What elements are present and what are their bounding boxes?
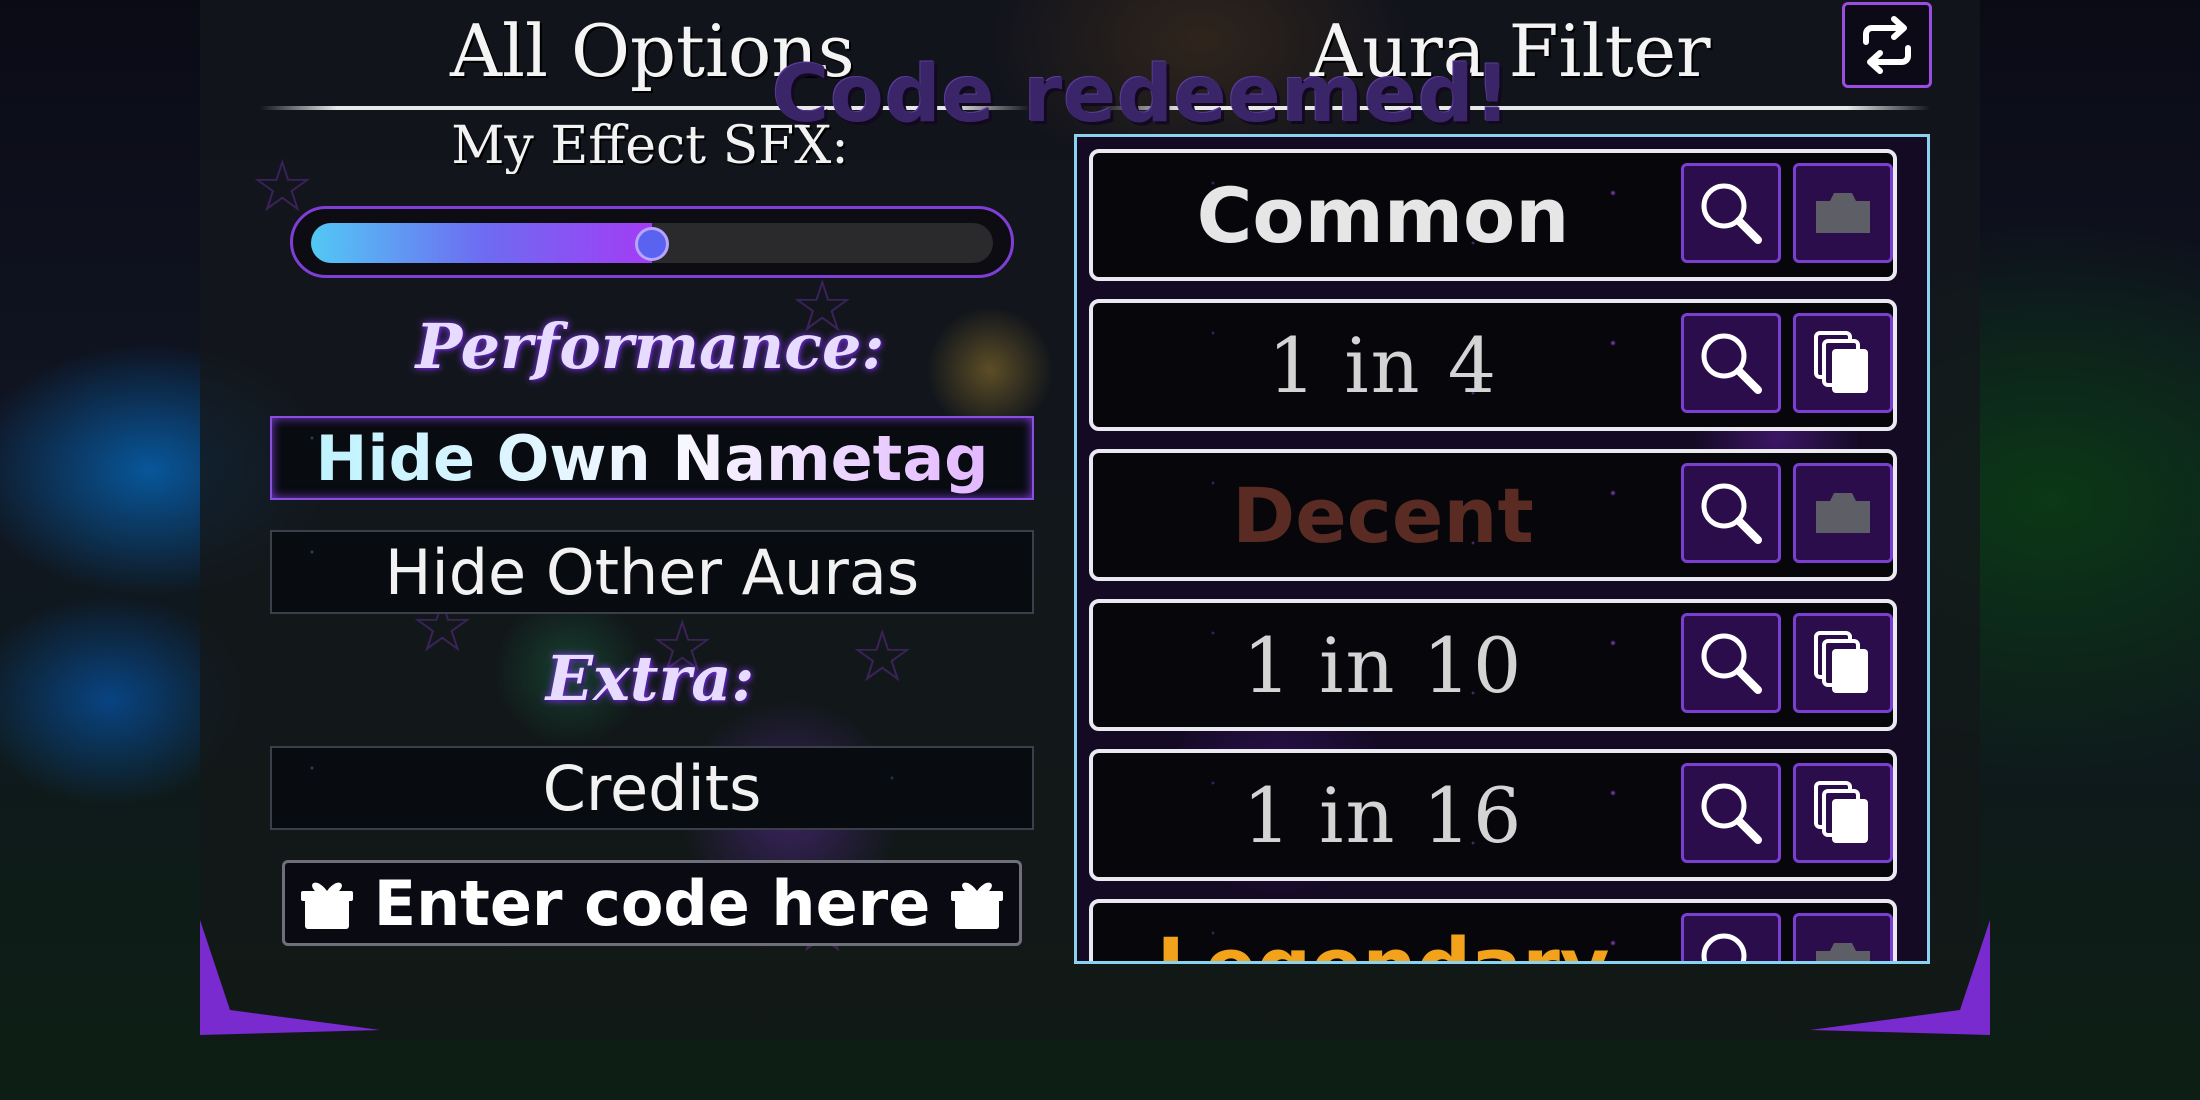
magnifier-icon bbox=[1701, 933, 1747, 961]
aura-name: Decent bbox=[1232, 470, 1534, 560]
aura-row[interactable]: 1 in 4 bbox=[1089, 299, 1897, 431]
code-placeholder: Enter code here bbox=[373, 866, 931, 940]
aura-search-button[interactable] bbox=[1681, 313, 1781, 413]
aura-name: Legendary bbox=[1113, 903, 1653, 962]
aura-copy-button[interactable] bbox=[1793, 313, 1893, 413]
camera-icon bbox=[1816, 193, 1870, 233]
aura-copy-button[interactable] bbox=[1793, 613, 1893, 713]
code-input[interactable]: Enter code here bbox=[282, 860, 1022, 946]
aura-row[interactable]: Common bbox=[1089, 149, 1897, 281]
copy-icon bbox=[1814, 331, 1868, 393]
hide-other-auras-button[interactable]: Hide Other Auras bbox=[270, 530, 1034, 614]
aura-row[interactable]: Decent bbox=[1089, 449, 1897, 581]
credits-label: Credits bbox=[542, 751, 762, 825]
aura-name: Common bbox=[1196, 170, 1570, 260]
aura-locked-button[interactable] bbox=[1793, 463, 1893, 563]
magnifier-icon bbox=[1701, 633, 1762, 694]
slider-handle[interactable] bbox=[635, 227, 669, 261]
aura-name: 1 in 4 bbox=[1267, 320, 1499, 410]
aura-search-button[interactable] bbox=[1681, 613, 1781, 713]
magnifier-icon bbox=[1701, 783, 1762, 844]
aura-copy-button[interactable] bbox=[1793, 763, 1893, 863]
performance-heading: Performance: bbox=[415, 310, 885, 383]
magnifier-icon bbox=[1701, 483, 1762, 544]
copy-icon bbox=[1814, 781, 1868, 843]
aura-row[interactable]: 1 in 16 bbox=[1089, 749, 1897, 881]
extra-heading: Extra: bbox=[545, 642, 755, 715]
corner-decoration-left bbox=[200, 920, 380, 1035]
copy-icon bbox=[1814, 631, 1868, 693]
slider-fill bbox=[311, 223, 652, 263]
magnifier-icon bbox=[1701, 333, 1762, 394]
corner-decoration-right bbox=[1810, 920, 1990, 1035]
aura-name: 1 in 10 bbox=[1242, 620, 1524, 710]
magnifier-icon bbox=[1701, 183, 1762, 244]
hide-own-nametag-label: Hide Own Nametag bbox=[315, 421, 989, 495]
swap-arrows-icon bbox=[1863, 16, 1911, 74]
aura-search-button[interactable] bbox=[1681, 463, 1781, 563]
aura-name: 1 in 16 bbox=[1242, 770, 1524, 860]
aura-locked-button[interactable] bbox=[1793, 163, 1893, 263]
aura-filter-list[interactable]: Common 1 in 4 Decent 1 in 10 1 in 16 Legendar… bbox=[1074, 134, 1930, 964]
effect-sfx-slider[interactable] bbox=[290, 206, 1014, 278]
camera-icon bbox=[1816, 493, 1870, 533]
aura-search-button[interactable] bbox=[1681, 763, 1781, 863]
hide-own-nametag-button[interactable]: Hide Own Nametag bbox=[270, 416, 1034, 500]
hide-other-auras-label: Hide Other Auras bbox=[384, 535, 920, 609]
aura-row[interactable]: 1 in 10 bbox=[1089, 599, 1897, 731]
swap-panel-button[interactable] bbox=[1842, 2, 1932, 88]
aura-row[interactable]: Legendary bbox=[1089, 899, 1897, 962]
aura-search-button[interactable] bbox=[1681, 163, 1781, 263]
gift-icon bbox=[951, 882, 1003, 929]
code-redeemed-toast: Code redeemed! bbox=[772, 50, 1512, 140]
aura-search-button[interactable] bbox=[1681, 913, 1781, 961]
credits-button[interactable]: Credits bbox=[270, 746, 1034, 830]
